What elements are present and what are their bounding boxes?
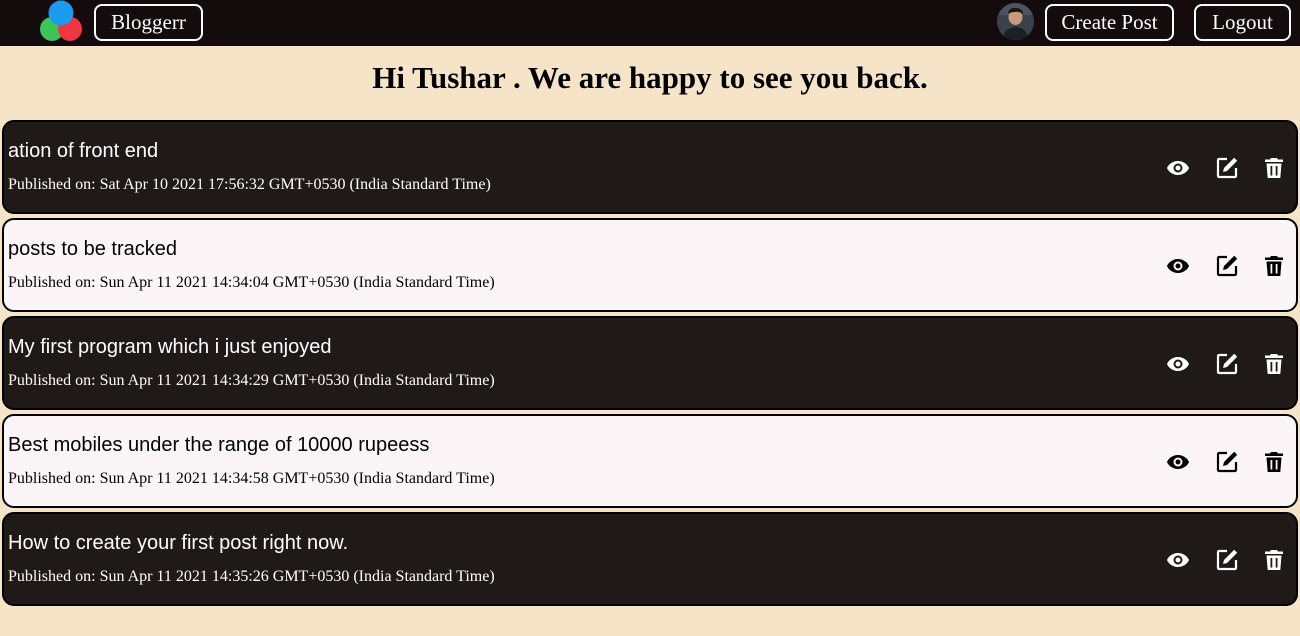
post-card: posts to be tracked Published on: Sun Ap… [2,218,1298,312]
logout-button[interactable]: Logout [1194,4,1291,41]
trash-icon [1265,452,1283,472]
avatar[interactable] [997,3,1034,40]
post-card: How to create your first post right now.… [2,512,1298,606]
trash-icon [1265,256,1283,276]
edit-icon [1216,255,1238,277]
trash-icon [1265,550,1283,570]
view-post-button[interactable] [1165,449,1191,475]
post-published-date: Published on: Sat Apr 10 2021 17:56:32 G… [8,176,491,193]
edit-icon [1216,353,1238,375]
post-title[interactable]: posts to be tracked [8,238,177,261]
eye-icon [1167,553,1189,567]
post-published-date: Published on: Sun Apr 11 2021 14:34:04 G… [8,274,495,291]
post-title[interactable]: My first program which i just enjoyed [8,336,331,359]
post-title[interactable]: Best mobiles under the range of 10000 ru… [8,434,429,457]
delete-post-button[interactable] [1261,449,1287,475]
create-post-button[interactable]: Create Post [1045,4,1174,41]
user-avatar-icon [997,3,1034,40]
view-post-button[interactable] [1165,547,1191,573]
edit-icon [1216,451,1238,473]
edit-icon [1216,157,1238,179]
post-published-date: Published on: Sun Apr 11 2021 14:35:26 G… [8,568,495,585]
edit-icon [1216,549,1238,571]
brand-button[interactable]: Bloggerr [94,4,203,41]
logo[interactable] [38,0,86,44]
delete-post-button[interactable] [1261,155,1287,181]
eye-icon [1167,259,1189,273]
post-card: ation of front end Published on: Sat Apr… [2,120,1298,214]
eye-icon [1167,357,1189,371]
view-post-button[interactable] [1165,253,1191,279]
delete-post-button[interactable] [1261,547,1287,573]
view-post-button[interactable] [1165,155,1191,181]
page-title: Hi Tushar . We are happy to see you back… [372,60,928,95]
post-title[interactable]: How to create your first post right now. [8,532,348,555]
eye-icon [1167,161,1189,175]
edit-post-button[interactable] [1214,351,1240,377]
delete-post-button[interactable] [1261,351,1287,377]
post-card: Best mobiles under the range of 10000 ru… [2,414,1298,508]
edit-post-button[interactable] [1214,155,1240,181]
edit-post-button[interactable] [1214,253,1240,279]
edit-post-button[interactable] [1214,449,1240,475]
trash-icon [1265,354,1283,374]
post-published-date: Published on: Sun Apr 11 2021 14:34:58 G… [8,470,495,487]
edit-post-button[interactable] [1214,547,1240,573]
post-card: My first program which i just enjoyed Pu… [2,316,1298,410]
delete-post-button[interactable] [1261,253,1287,279]
eye-icon [1167,455,1189,469]
post-published-date: Published on: Sun Apr 11 2021 14:34:29 G… [8,372,495,389]
post-title[interactable]: ation of front end [8,140,158,163]
logo-circles-icon [40,0,82,41]
trash-icon [1265,158,1283,178]
view-post-button[interactable] [1165,351,1191,377]
navbar: Bloggerr Create Post Logout [0,0,1300,46]
